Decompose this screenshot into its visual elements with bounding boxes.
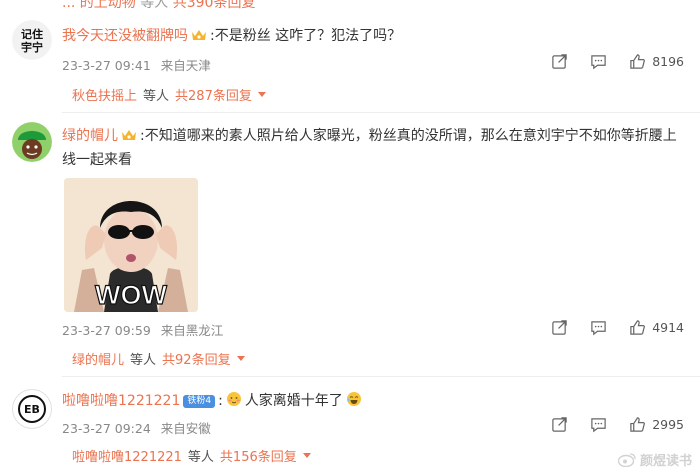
reply-middle: 等人 — [187, 449, 214, 465]
svg-text:记住: 记住 — [21, 27, 43, 41]
reply-summary[interactable]: 绿的帽儿 等人 共92条回复 — [62, 346, 245, 370]
comment-date: 23-3-27 09:59 — [62, 323, 151, 338]
like-icon — [630, 54, 646, 69]
reply-users: 绿的帽儿 — [72, 352, 125, 368]
reply-count: 共287条回复 — [175, 88, 252, 104]
reply-middle: 等人 — [143, 88, 170, 104]
comment-username[interactable]: 我今天还没被翻牌吗 — [62, 28, 188, 44]
comment-text: :不知道哪来的素人照片给人家曝光，粉丝真的没所谓，那么在意刘宇宁不如你等折腰上线… — [62, 128, 677, 168]
divider — [62, 112, 700, 113]
reply-users: 啦噜啦噜1221221 — [72, 449, 182, 465]
svg-text:EB: EB — [24, 403, 40, 416]
avatar[interactable]: EB — [12, 389, 52, 429]
share-icon[interactable] — [551, 53, 568, 70]
reply-summary[interactable]: 秋色扶摇上 等人 共287条回复 — [62, 82, 266, 106]
watermark: 颜煜读书 — [617, 450, 692, 469]
sticker-caption: WOW — [95, 280, 167, 310]
caret-down-icon — [236, 355, 245, 361]
blush-emoji-icon — [226, 392, 241, 406]
divider — [62, 376, 700, 377]
watermark-text: 颜煜读书 — [639, 454, 692, 469]
crown-icon — [192, 30, 206, 40]
comment-username[interactable]: 绿的帽儿 — [62, 128, 118, 144]
comment-icon[interactable] — [590, 53, 607, 70]
reply-count: 共156条回复 — [219, 449, 297, 465]
like-count: 4914 — [652, 320, 684, 335]
comment-location: 来自黑龙江 — [160, 323, 224, 338]
comment-icon[interactable] — [590, 319, 607, 336]
like-button[interactable]: 4914 — [629, 319, 684, 336]
reply-summary[interactable]: 啦噜啦噜1221221 等人 共156条回复 — [62, 443, 311, 467]
like-count: 8196 — [652, 54, 684, 69]
comment-icon[interactable] — [590, 416, 607, 433]
comment-text: :不是粉丝 这咋了？犯法了吗？ — [210, 28, 402, 44]
comment-sticker-image[interactable]: WOW — [64, 178, 198, 312]
comment-date: 23-3-27 09:24 — [62, 421, 151, 436]
comment-location: 来自天津 — [160, 58, 211, 73]
caret-down-icon — [257, 91, 266, 97]
previous-reply-middle: 等人 — [140, 0, 169, 11]
laugh-emoji-icon — [346, 392, 361, 406]
comment-text: 人家离婚十年了 — [244, 393, 343, 409]
avatar[interactable]: 记住 宇宁 — [12, 20, 52, 60]
comment-location: 来自安徽 — [160, 421, 211, 436]
previous-reply-count: 共390条回复 — [172, 0, 256, 11]
share-icon[interactable] — [551, 416, 568, 433]
previous-reply-users: ... 的上动物 — [62, 0, 136, 11]
reply-count: 共92条回复 — [162, 352, 231, 368]
like-button[interactable]: 2995 — [629, 416, 684, 433]
avatar[interactable] — [12, 122, 52, 162]
like-icon — [630, 417, 646, 432]
caret-down-icon — [302, 452, 311, 458]
like-button[interactable]: 8196 — [629, 53, 684, 70]
crown-icon — [122, 130, 136, 140]
reply-middle: 等人 — [130, 352, 157, 368]
like-icon — [630, 320, 646, 335]
previous-reply-summary[interactable]: ... 的上动物 等人 共390条回复 — [62, 0, 255, 11]
fan-badge: 铁粉4 — [183, 395, 216, 408]
share-icon[interactable] — [551, 319, 568, 336]
weibo-logo-icon — [617, 452, 636, 467]
comment-username[interactable]: 啦噜啦噜1221221 — [62, 393, 180, 409]
comment-date: 23-3-27 09:41 — [62, 58, 151, 73]
like-count: 2995 — [652, 417, 684, 432]
reply-users: 秋色扶摇上 — [72, 88, 138, 104]
svg-text:宇宁: 宇宁 — [21, 40, 43, 54]
